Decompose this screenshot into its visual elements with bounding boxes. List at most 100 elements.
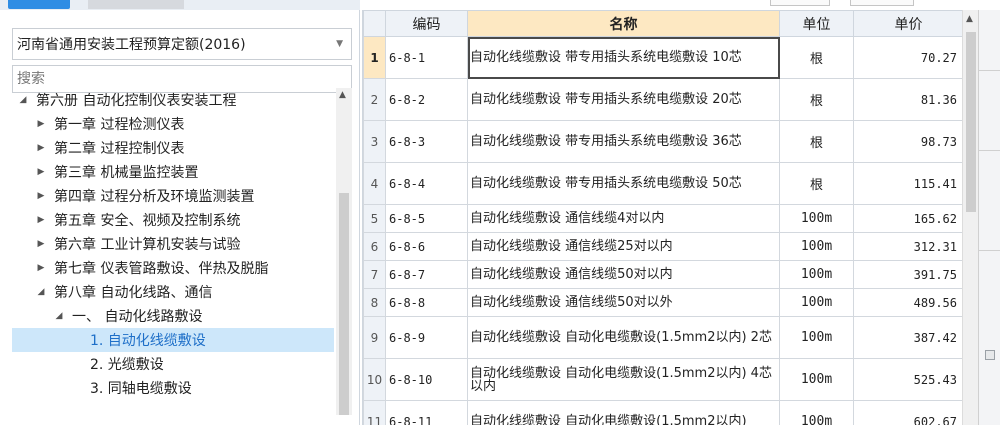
cell-name[interactable]: 自动化线缆敷设 通信线缆50对以外 <box>467 288 780 317</box>
row-index[interactable]: 10 <box>363 358 386 401</box>
table-row[interactable]: 4 6-8-4 自动化线缆敷设 带专用插头系统电缆敷设 50芯根 115.41 <box>363 162 962 205</box>
cell-unit[interactable]: 100m <box>779 232 854 261</box>
collapse-icon[interactable]: ◢ <box>52 311 66 321</box>
expand-icon[interactable]: ▶ <box>34 239 48 249</box>
header-code[interactable]: 编码 <box>385 10 468 37</box>
collapse-icon[interactable]: ◢ <box>16 95 30 105</box>
expand-icon[interactable]: ▶ <box>34 215 48 225</box>
cell-unit[interactable]: 100m <box>779 400 854 425</box>
tree-scroll-thumb[interactable] <box>339 193 349 415</box>
table-row[interactable]: 10 6-8-10 自动化线缆敷设 自动化电缆敷设(1.5mm2以内) 4芯以内 10… <box>363 358 962 401</box>
table-row[interactable]: 1 6-8-1 自动化线缆敷设 带专用插头系统电缆敷设 10芯根 70.27 <box>363 36 962 79</box>
tree-item[interactable]: ◢ 第六册 自动化控制仪表安装工程 <box>12 88 334 112</box>
tree-item[interactable]: ▶ 第四章 过程分析及环境监测装置 <box>12 184 334 208</box>
cell-unit[interactable]: 100m <box>779 358 854 401</box>
cell-code[interactable]: 6-8-10 <box>385 358 468 401</box>
cell-name[interactable]: 自动化线缆敷设 自动化电缆敷设(1.5mm2以内) 4芯以内 <box>467 358 780 401</box>
cell-unit[interactable]: 100m <box>779 288 854 317</box>
cell-unit[interactable]: 100m <box>779 260 854 289</box>
row-index[interactable]: 8 <box>363 288 386 317</box>
tree-item[interactable]: ◢ 第八章 自动化线路、通信 <box>12 280 334 304</box>
cell-price[interactable]: 70.27 <box>853 36 962 79</box>
cell-code[interactable]: 6-8-2 <box>385 78 468 121</box>
header-price[interactable]: 单价 <box>853 10 962 37</box>
expand-icon[interactable]: ▶ <box>34 263 48 273</box>
cell-code[interactable]: 6-8-1 <box>385 36 468 79</box>
cell-name[interactable]: 自动化线缆敷设 自动化电缆敷设(1.5mm2以内) 2芯 <box>467 316 780 359</box>
cell-price[interactable]: 115.41 <box>853 162 962 205</box>
tree-item[interactable]: ▶ 第七章 仪表管路敷设、伴热及脱脂 <box>12 256 334 280</box>
cell-name[interactable]: 自动化线缆敷设 带专用插头系统电缆敷设 10芯 <box>467 36 780 79</box>
toolbar-button-2[interactable] <box>850 0 914 6</box>
cell-name[interactable]: 自动化线缆敷设 带专用插头系统电缆敷设 50芯 <box>467 162 780 205</box>
tab-inactive[interactable] <box>88 0 184 9</box>
cell-name[interactable]: 自动化线缆敷设 带专用插头系统电缆敷设 36芯 <box>467 120 780 163</box>
cell-unit[interactable]: 根 <box>779 120 854 163</box>
table-row[interactable]: 5 6-8-5 自动化线缆敷设 通信线缆4对以内 100m 165.62 <box>363 204 962 233</box>
cell-code[interactable]: 6-8-11 <box>385 400 468 425</box>
tree-item[interactable]: ▶ 第一章 过程检测仪表 <box>12 112 334 136</box>
expand-icon[interactable]: ▶ <box>34 167 48 177</box>
row-index[interactable]: 11 <box>363 400 386 425</box>
cell-price[interactable]: 98.73 <box>853 120 962 163</box>
cell-name[interactable]: 自动化线缆敷设 通信线缆50对以内 <box>467 260 780 289</box>
row-index[interactable]: 2 <box>363 78 386 121</box>
cell-price[interactable]: 165.62 <box>853 204 962 233</box>
collapse-icon[interactable]: ◢ <box>34 287 48 297</box>
row-index[interactable]: 4 <box>363 162 386 205</box>
cell-code[interactable]: 6-8-8 <box>385 288 468 317</box>
cell-price[interactable]: 81.36 <box>853 78 962 121</box>
quota-library-select[interactable]: 河南省通用安装工程预算定额(2016) ▼ <box>12 28 352 60</box>
cell-code[interactable]: 6-8-4 <box>385 162 468 205</box>
cell-name[interactable]: 自动化线缆敷设 自动化电缆敷设(1.5mm2以内) <box>467 400 780 425</box>
table-row[interactable]: 7 6-8-7 自动化线缆敷设 通信线缆50对以内 100m 391.75 <box>363 260 962 289</box>
cell-code[interactable]: 6-8-7 <box>385 260 468 289</box>
cell-price[interactable]: 602.67 <box>853 400 962 425</box>
header-unit[interactable]: 单位 <box>779 10 854 37</box>
expand-icon[interactable]: ▶ <box>34 191 48 201</box>
cell-unit[interactable]: 100m <box>779 204 854 233</box>
cell-unit[interactable]: 100m <box>779 316 854 359</box>
table-row[interactable]: 3 6-8-3 自动化线缆敷设 带专用插头系统电缆敷设 36芯根 98.73 <box>363 120 962 163</box>
row-index[interactable]: 5 <box>363 204 386 233</box>
expand-icon[interactable]: ▶ <box>34 143 48 153</box>
cell-unit[interactable]: 根 <box>779 36 854 79</box>
cell-unit[interactable]: 根 <box>779 78 854 121</box>
cell-code[interactable]: 6-8-3 <box>385 120 468 163</box>
cell-code[interactable]: 6-8-9 <box>385 316 468 359</box>
expand-icon[interactable] <box>985 350 995 360</box>
table-row[interactable]: 9 6-8-9 自动化线缆敷设 自动化电缆敷设(1.5mm2以内) 2芯 100m 38… <box>363 316 962 359</box>
row-index[interactable]: 6 <box>363 232 386 261</box>
cell-price[interactable]: 312.31 <box>853 232 962 261</box>
cell-price[interactable]: 387.42 <box>853 316 962 359</box>
scroll-up-icon[interactable]: ▲ <box>966 14 973 24</box>
table-row[interactable]: 8 6-8-8 自动化线缆敷设 通信线缆50对以外 100m 489.56 <box>363 288 962 317</box>
chevron-down-icon[interactable]: ▼ <box>336 39 343 49</box>
expand-icon[interactable]: ▶ <box>34 119 48 129</box>
tree-item[interactable]: ▶ 第五章 安全、视频及控制系统 <box>12 208 334 232</box>
cell-price[interactable]: 489.56 <box>853 288 962 317</box>
table-row[interactable]: 6 6-8-6 自动化线缆敷设 通信线缆25对以内 100m 312.31 <box>363 232 962 261</box>
cell-code[interactable]: 6-8-6 <box>385 232 468 261</box>
toolbar-button-1[interactable] <box>770 0 830 6</box>
table-row[interactable]: 11 6-8-11 自动化线缆敷设 自动化电缆敷设(1.5mm2以内) 100m 602… <box>363 400 962 425</box>
row-index[interactable]: 3 <box>363 120 386 163</box>
row-index[interactable]: 1 <box>363 36 386 79</box>
tree-item[interactable]: ▶ 第六章 工业计算机安装与试验 <box>12 232 334 256</box>
grid-scroll-thumb[interactable] <box>966 32 976 212</box>
cell-code[interactable]: 6-8-5 <box>385 204 468 233</box>
cell-name[interactable]: 自动化线缆敷设 通信线缆4对以内 <box>467 204 780 233</box>
row-index[interactable]: 9 <box>363 316 386 359</box>
tree-item[interactable]: 2. 光缆敷设 <box>12 352 334 376</box>
tree-item[interactable]: ◢ 一、 自动化线路敷设 <box>12 304 334 328</box>
cell-price[interactable]: 525.43 <box>853 358 962 401</box>
tree-item[interactable]: 3. 同轴电缆敷设 <box>12 376 334 400</box>
tree-item[interactable]: ▶ 第三章 机械量监控装置 <box>12 160 334 184</box>
header-name[interactable]: 名称 <box>467 10 780 37</box>
tree-item[interactable]: 1. 自动化线缆敷设 <box>12 328 334 352</box>
row-index[interactable]: 7 <box>363 260 386 289</box>
cell-name[interactable]: 自动化线缆敷设 通信线缆25对以内 <box>467 232 780 261</box>
table-row[interactable]: 2 6-8-2 自动化线缆敷设 带专用插头系统电缆敷设 20芯根 81.36 <box>363 78 962 121</box>
tree-scrollbar[interactable]: ▲ <box>336 88 352 415</box>
grid-scrollbar[interactable]: ▲ <box>962 10 978 425</box>
